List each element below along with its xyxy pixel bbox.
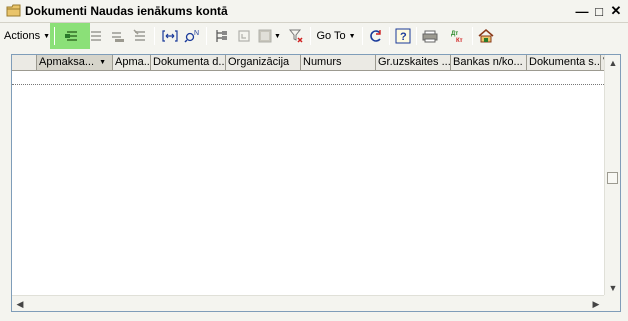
add-item-button[interactable] [62,26,82,46]
actions-menu-button[interactable]: Actions ▼ [4,26,50,46]
close-button[interactable]: ✕ [608,3,624,19]
svg-text:N: N [194,30,199,37]
column-header[interactable]: Bankas n/ko... [451,55,527,70]
goto-menu-button[interactable]: Go To ▼ [314,26,358,46]
column-header[interactable]: Apmaksa... ▼ [37,55,113,70]
column-header[interactable]: Numurs [301,55,376,70]
title-bar: Dokumenti Naudas ienākums kontā — □ ✕ [0,0,628,22]
chevron-down-icon: ▼ [43,32,51,40]
copy-row-icon [112,32,124,42]
scroll-down-button[interactable]: ▼ [605,280,621,296]
column-header[interactable]: Dokumenta d... [151,55,226,70]
scroll-left-button[interactable]: ◀ [12,296,28,312]
svg-text:Дт: Дт [451,31,458,37]
scroll-right-button[interactable]: ▶ [588,296,604,312]
help-button[interactable]: ? [393,26,413,46]
accounting-entries-button[interactable]: Дт Кт [448,26,468,46]
column-header[interactable]: Organizācija [226,55,301,70]
window-title: Dokumenti Naudas ienākums kontā [25,4,228,18]
maximize-button[interactable]: □ [591,3,607,19]
horizontal-scrollbar[interactable]: ◀ ▶ [12,295,604,311]
document-list-table[interactable]: Apmaksa... ▼ Apma... Dokumenta d... Orga… [11,54,621,312]
column-header[interactable]: Gr.uzskaites ... [376,55,451,70]
svg-text:?: ? [400,31,407,43]
refresh-icon [370,30,381,42]
scroll-up-button[interactable]: ▲ [605,55,621,71]
minimize-button[interactable]: — [574,3,590,19]
brackets-arrows-icon [162,30,178,42]
column-header[interactable]: Apma... [113,55,151,70]
table-header: Apmaksa... ▼ Apma... Dokumenta d... Orga… [12,55,604,71]
delete-row-icon [133,29,145,41]
find-in-list-button[interactable] [160,26,180,46]
clear-filter-button[interactable] [286,26,306,46]
add-row-icon [65,31,77,41]
help-icon: ? [395,28,411,44]
table-row[interactable] [12,71,604,85]
hierarchy-button[interactable] [212,26,232,46]
search-button[interactable]: N [182,26,202,46]
structure-button[interactable] [476,26,496,46]
folder-icon [6,4,22,18]
vertical-scrollbar[interactable]: ▲ ▼ [604,55,620,296]
print-button[interactable] [420,26,440,46]
sort-descending-icon: ▼ [99,59,106,66]
chevron-down-icon: ▼ [348,32,356,40]
level-icon [238,30,250,42]
add-group-button[interactable] [86,26,106,46]
copy-item-button[interactable] [108,26,128,46]
search-icon: N [184,30,199,43]
tree-mode-icon [258,29,272,43]
hierarchy-icon [216,30,227,42]
tree-mode-button[interactable]: ▼ [256,26,282,46]
level-down-button[interactable] [234,26,254,46]
refresh-button[interactable] [366,26,386,46]
scrollbar-thumb[interactable] [607,172,618,184]
column-header-state[interactable] [12,55,37,70]
goto-label: Go To [316,30,346,42]
filter-clear-icon [288,29,303,43]
house-icon [478,29,494,43]
scrollbar-corner [604,295,620,311]
column-header[interactable]: Dokumenta s... [527,55,601,70]
actions-label: Actions [4,30,41,42]
toolbar: Actions ▼ N ▼ Go To ▼ ? Дт Кт [0,22,628,48]
printer-icon [422,30,438,43]
svg-text:Кт: Кт [456,38,463,44]
delete-item-button[interactable] [130,26,150,46]
chevron-down-icon: ▼ [274,32,281,40]
debit-credit-icon: Дт Кт [451,31,463,44]
add-group-icon [91,31,101,41]
